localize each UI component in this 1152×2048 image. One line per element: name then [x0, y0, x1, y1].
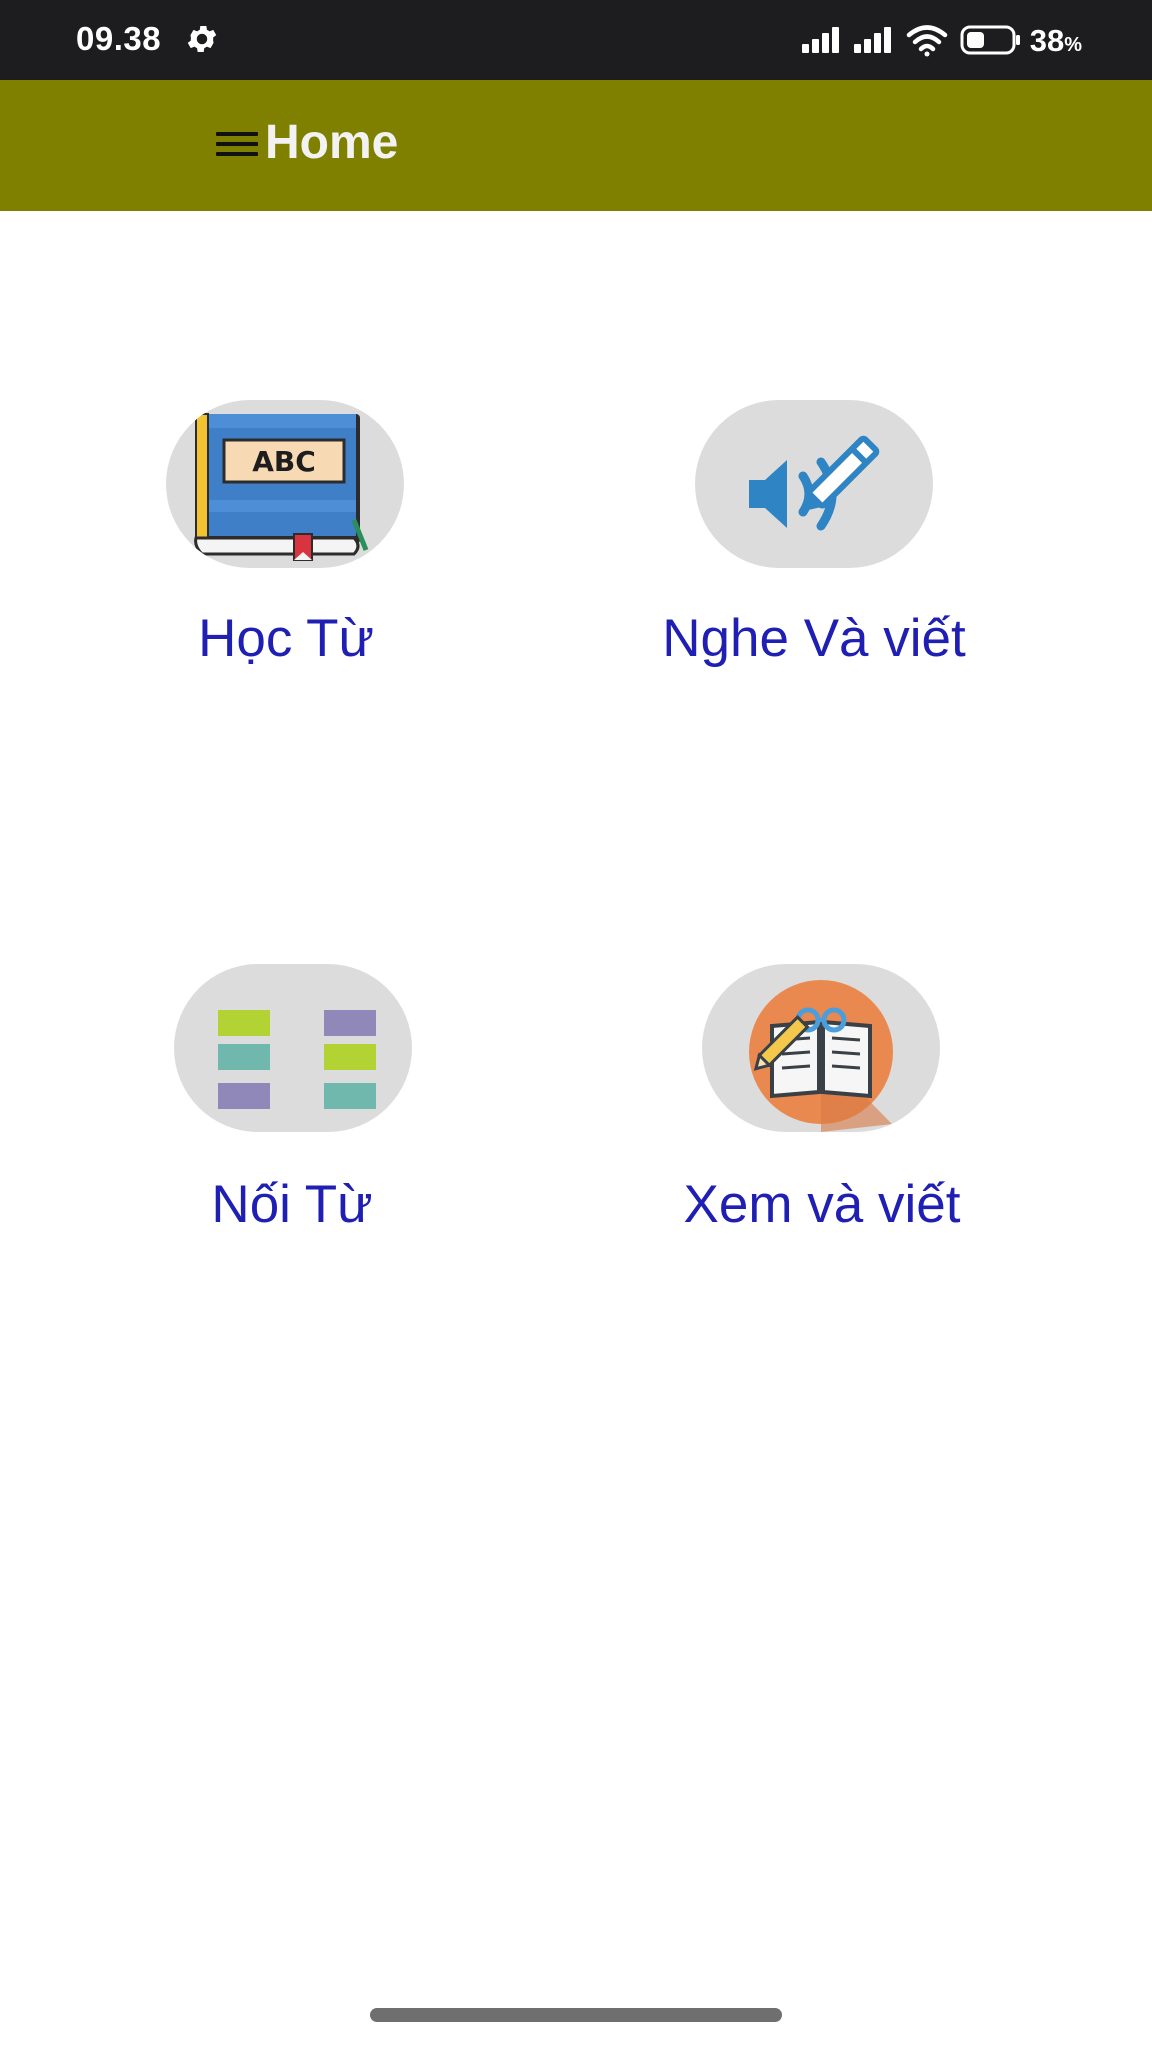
- speaker-pencil-icon: [695, 400, 933, 568]
- tile-label: Nối Từ: [211, 1175, 373, 1234]
- gear-icon: [187, 25, 217, 53]
- status-bar: 09.38 38%: [0, 0, 1152, 80]
- tile-label: Học Từ: [198, 609, 374, 668]
- tile-label: Nghe Và viết: [662, 609, 966, 668]
- tile-hoc-tu[interactable]: ABC Học Từ: [86, 400, 486, 720]
- battery-percent: 38%: [1029, 22, 1082, 58]
- notebook-pencil-icon: [702, 964, 940, 1132]
- status-icons: 38%: [801, 20, 1082, 60]
- page-title: Home: [265, 116, 399, 169]
- wifi-icon: [906, 25, 947, 57]
- app-bar: Home: [0, 80, 1152, 211]
- signal-icon: [801, 27, 842, 53]
- battery-icon: [960, 25, 1020, 55]
- menu-icon[interactable]: [216, 132, 258, 158]
- abc-book-icon: ABC: [166, 400, 404, 568]
- tile-xem-va-viet[interactable]: Xem và viết: [622, 964, 1022, 1284]
- tile-noi-tu[interactable]: Nối Từ: [92, 964, 492, 1284]
- tile-nghe-va-viet[interactable]: Nghe Và viết: [614, 400, 1014, 720]
- home-indicator[interactable]: [370, 2008, 782, 2022]
- tile-label: Xem và viết: [683, 1175, 961, 1234]
- status-time: 09.38: [76, 20, 162, 57]
- svg-text:ABC: ABC: [252, 445, 316, 478]
- match-blocks-icon: [174, 964, 412, 1132]
- signal-icon: [853, 27, 894, 53]
